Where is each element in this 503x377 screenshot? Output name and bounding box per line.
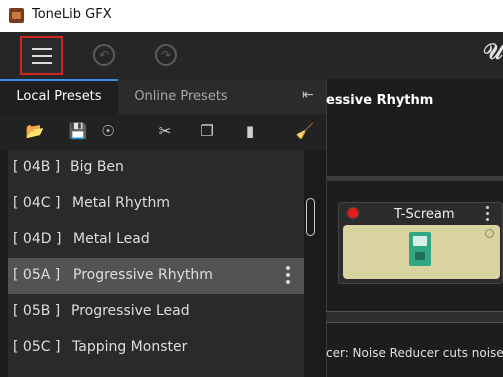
preset-code: [ 05A ]: [13, 267, 61, 283]
menu-button[interactable]: [20, 36, 63, 75]
preset-name: Metal Lead: [73, 231, 150, 247]
more-options-icon[interactable]: [286, 266, 290, 287]
cut-icon[interactable]: ✂: [155, 121, 175, 141]
collapse-panel-icon[interactable]: ⇤: [302, 87, 314, 103]
preset-code: [ 04C ]: [13, 195, 61, 211]
window-title: ToneLib GFX: [32, 7, 112, 22]
list-item[interactable]: [ 04B ] Big Ben: [8, 150, 304, 186]
menu-icon-bar: [32, 55, 52, 57]
preset-name: Progressive Lead: [71, 303, 190, 319]
online-add-icon[interactable]: ☉: [98, 121, 118, 141]
preset-code: [ 05C ]: [13, 339, 61, 355]
pedal-indicator-icon: [485, 229, 494, 238]
pedal-options-icon[interactable]: [486, 206, 490, 224]
overdrive-pedal-icon: [409, 232, 431, 266]
preset-code: [ 04B ]: [13, 159, 61, 175]
clean-icon[interactable]: 🧹: [295, 121, 315, 141]
preset-code: [ 05B ]: [13, 303, 61, 319]
copy-icon[interactable]: ❐: [197, 121, 217, 141]
preset-name: Progressive Rhythm: [73, 267, 213, 283]
menu-icon-bar: [32, 62, 52, 64]
preset-list: [ 04B ] Big Ben [ 04C ] Metal Rhythm [ 0…: [8, 150, 304, 377]
scrollbar-thumb[interactable]: [306, 198, 315, 236]
current-preset-title: essive Rhythm: [326, 93, 434, 108]
open-folder-icon[interactable]: 📂: [25, 121, 45, 141]
rack-divider: [326, 176, 503, 181]
list-item[interactable]: [ 05C ] Tapping Monster: [8, 330, 304, 366]
preset-tabs: Local Presets Online Presets: [0, 79, 326, 114]
pedal-name: T-Scream: [394, 207, 455, 222]
redo-icon[interactable]: ↷: [155, 44, 177, 66]
list-item[interactable]: [ 05B ] Progressive Lead: [8, 294, 304, 330]
list-item[interactable]: [ 04C ] Metal Rhythm: [8, 186, 304, 222]
status-description: cer: Noise Reducer cuts noise: [326, 346, 503, 360]
preset-code: [ 04D ]: [13, 231, 62, 247]
menu-icon-bar: [32, 48, 52, 50]
title-bar: ToneLib GFX: [0, 0, 503, 32]
preset-name: Metal Rhythm: [72, 195, 170, 211]
save-icon[interactable]: 💾: [68, 121, 88, 141]
list-item[interactable]: [ 04D ] Metal Lead: [8, 222, 304, 258]
tab-online-presets[interactable]: Online Presets: [118, 79, 244, 114]
list-item-selected[interactable]: [ 05A ] Progressive Rhythm: [8, 258, 304, 294]
preset-name: Big Ben: [70, 159, 124, 175]
app-icon: [9, 8, 24, 23]
undo-icon[interactable]: ↶: [93, 44, 115, 66]
toolbar: [0, 32, 503, 79]
preset-actions-toolbar: 📂 💾 ☉ ✂ ❐ ▮ 🧹: [0, 114, 326, 150]
brand-logo-icon: 𝒰: [483, 40, 503, 65]
pedal-power-led[interactable]: [348, 208, 358, 218]
paste-icon[interactable]: ▮: [240, 121, 260, 141]
preset-name: Tapping Monster: [72, 339, 188, 355]
tab-local-presets[interactable]: Local Presets: [0, 79, 118, 114]
rack-lower-band: [326, 311, 503, 323]
